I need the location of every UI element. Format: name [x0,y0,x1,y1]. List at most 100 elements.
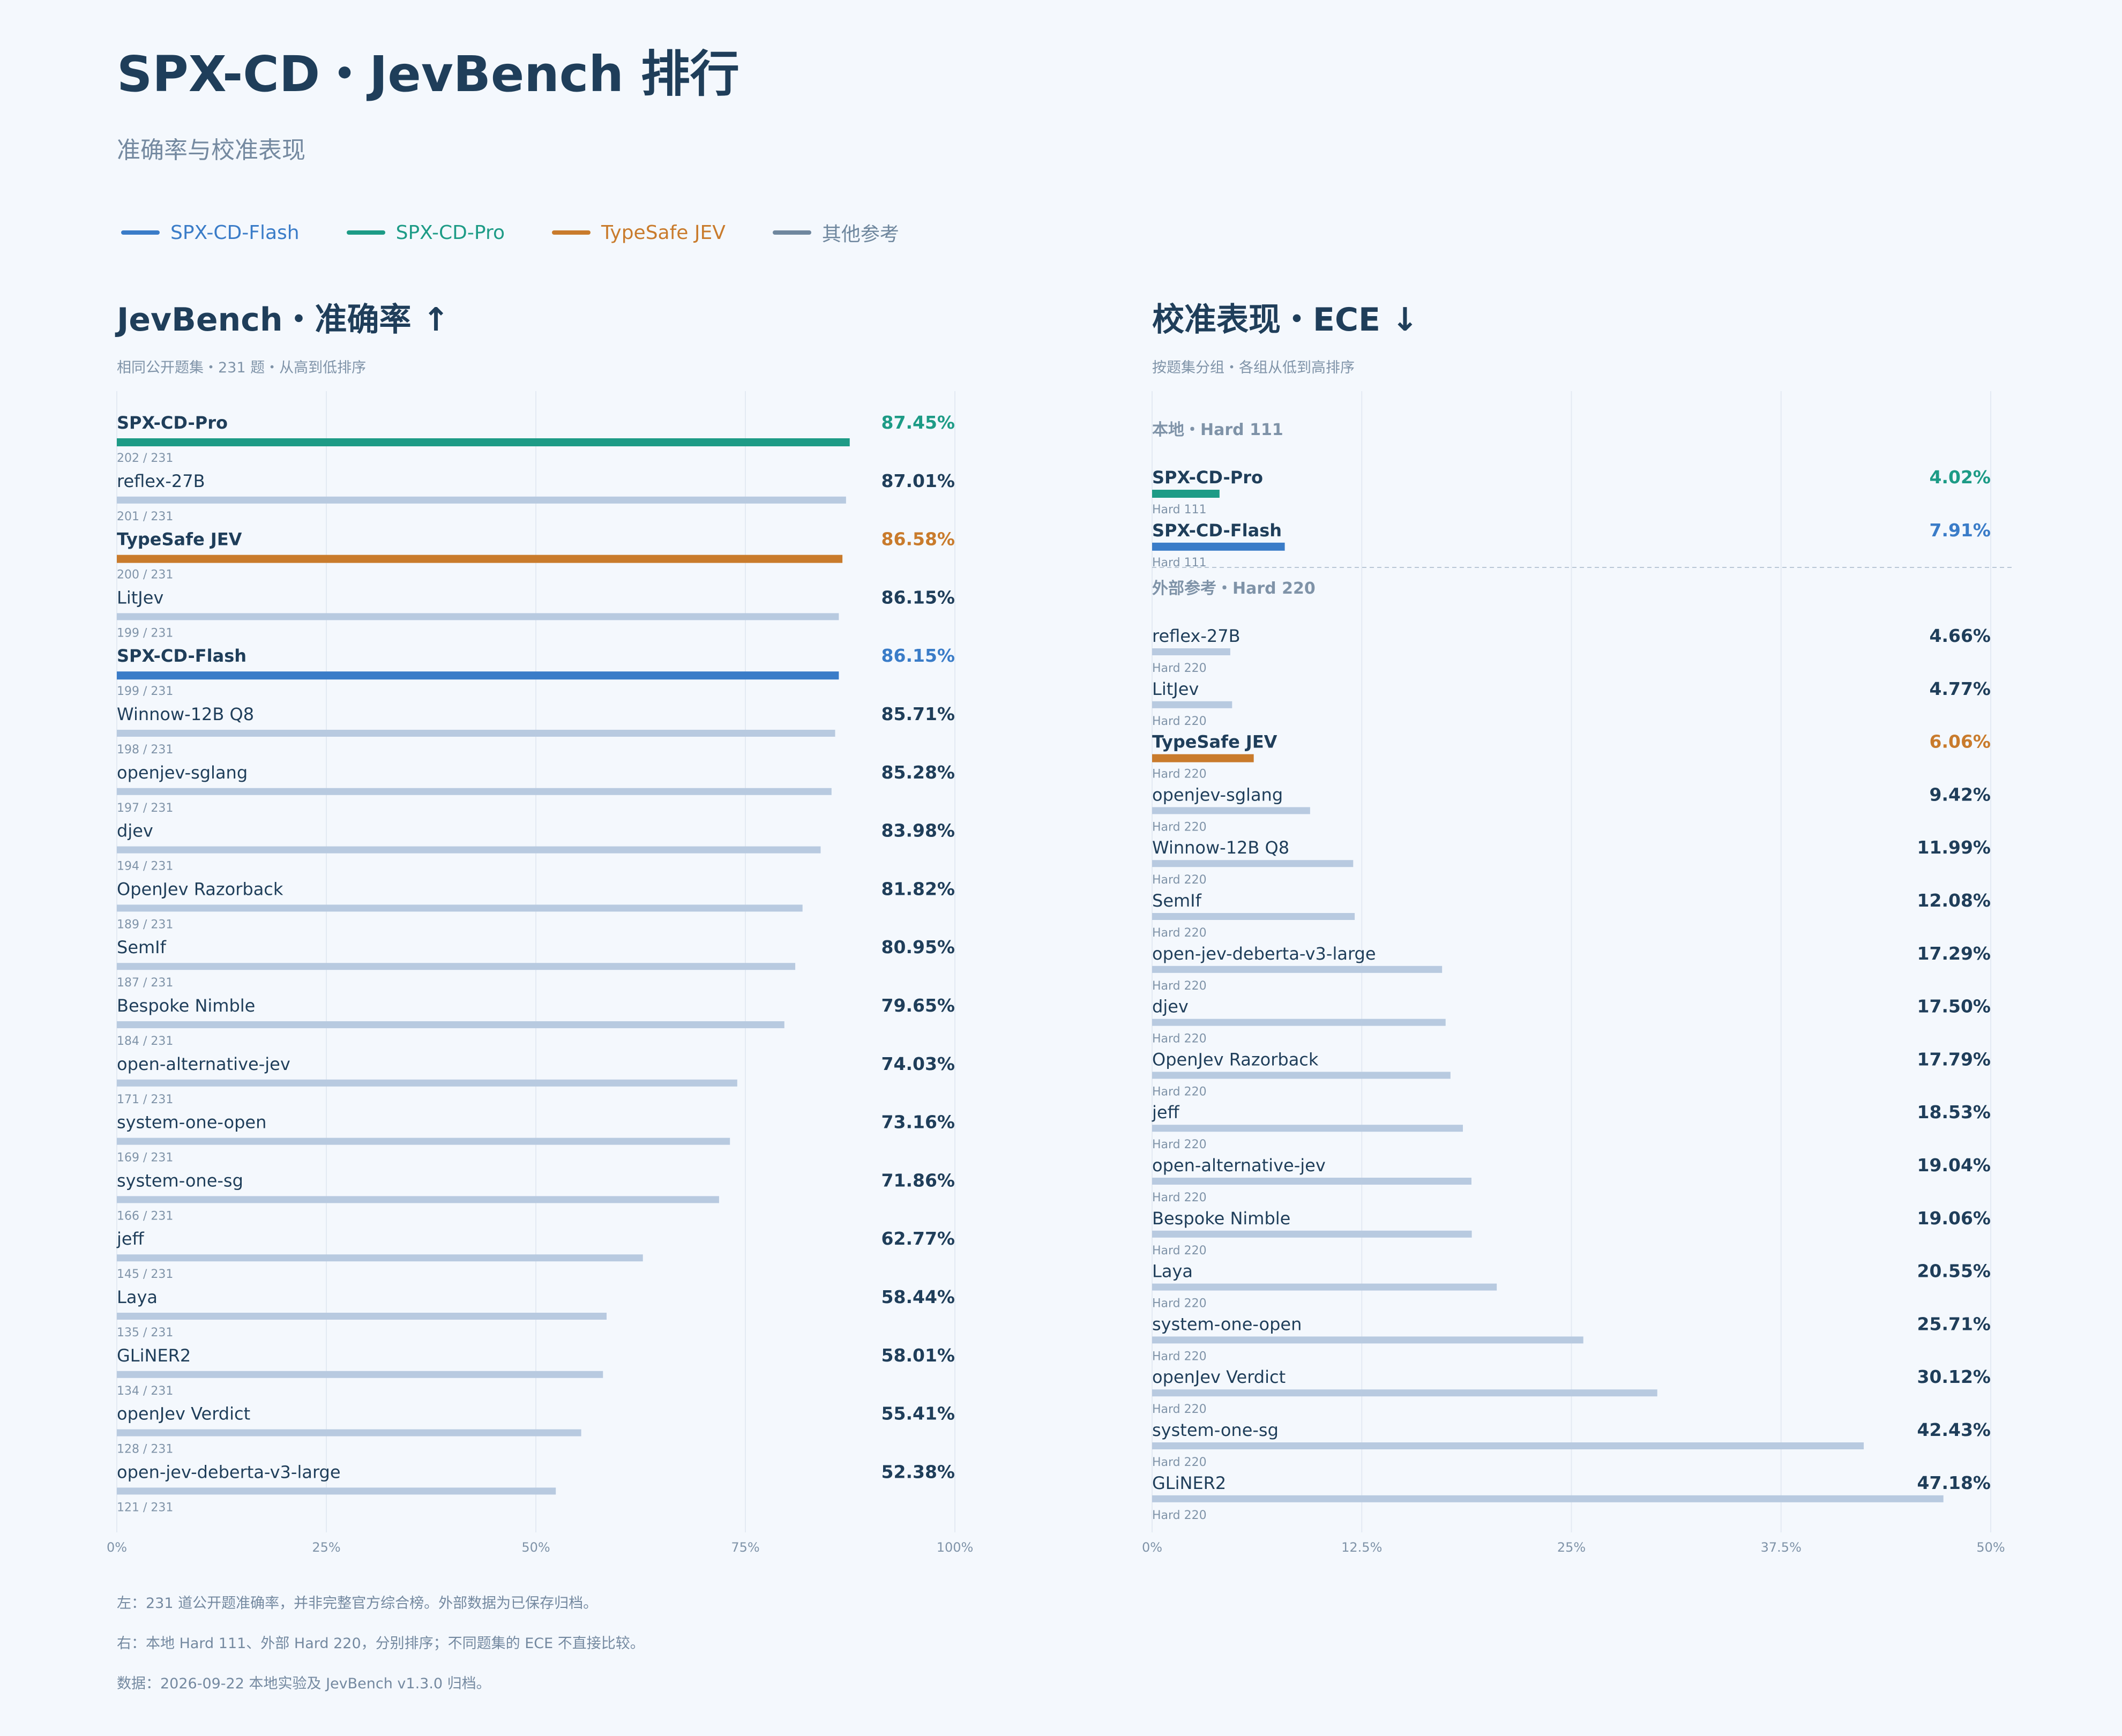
ece-bar [1152,754,1254,762]
accuracy-value-label: 87.01% [881,470,955,491]
accuracy-row-count: 171 / 231 [117,1093,173,1106]
accuracy-row-name: Bespoke Nimble [117,996,255,1016]
accuracy-row-name: Winnow-12B Q8 [117,704,254,724]
accuracy-row-count: 121 / 231 [117,1501,173,1514]
ece-row-set: Hard 220 [1152,1244,1207,1258]
accuracy-x-tick-label: 75% [731,1540,759,1555]
accuracy-value-label: 83.98% [881,820,955,841]
ece-bar [1152,1125,1463,1132]
ece-row-name: open-jev-deberta-v3-large [1152,944,1376,964]
footnote-right: 右：本地 Hard 111、外部 Hard 220，分别排序；不同题集的 ECE… [117,1635,645,1652]
ece-group-heading: 外部参考・Hard 220 [1152,579,1316,598]
ece-row-set: Hard 220 [1152,768,1207,781]
ece-row-name: GLiNER2 [1152,1473,1226,1493]
accuracy-row-name: GLiNER2 [117,1345,191,1366]
accuracy-row-count: 187 / 231 [117,976,173,990]
ece-row-name: SemIf [1152,891,1202,911]
ece-row-name: LitJev [1152,679,1199,699]
ece-value-label: 20.55% [1917,1261,1991,1282]
accuracy-bar [117,1313,607,1320]
accuracy-value-label: 80.95% [881,937,955,957]
accuracy-bar [117,963,796,970]
accuracy-bar [117,1254,643,1262]
ece-value-label: 17.29% [1917,943,1991,964]
ece-row-set: Hard 220 [1152,1403,1207,1416]
accuracy-bar [117,1079,737,1087]
accuracy-bar [117,846,821,854]
accuracy-row-count: 202 / 231 [117,452,173,465]
accuracy-row-name: TypeSafe JEV [117,529,242,550]
accuracy-value-label: 58.44% [881,1286,955,1307]
accuracy-x-tick-label: 0% [107,1540,127,1555]
accuracy-row-name: LitJev [117,587,163,608]
ece-value-label: 7.91% [1930,520,1991,541]
accuracy-bar [117,904,803,912]
accuracy-row-name: jeff [116,1229,145,1249]
charts-canvas: 0% 25% 50% 75% 100% SPX-CD-Pro 202 / 231 87.45%… [107,391,2015,1555]
ece-row-name: Bespoke Nimble [1152,1208,1290,1229]
ece-value-label: 19.06% [1917,1208,1991,1229]
accuracy-row-name: SPX-CD-Flash [117,646,246,666]
accuracy-bar [117,1487,556,1495]
accuracy-value-label: 79.65% [881,995,955,1016]
accuracy-row-count: 200 / 231 [117,568,173,582]
ece-value-label: 9.42% [1930,784,1991,805]
accuracy-bar [117,555,843,563]
footnote-source: 数据：2026-09-22 本地实验及 JevBench v1.3.0 归档。 [117,1675,491,1692]
accuracy-row-count: 134 / 231 [117,1385,173,1398]
ece-bar [1152,966,1443,973]
ece-bar [1152,1495,1944,1502]
ece-x-tick-label: 0% [1142,1540,1162,1555]
accuracy-row-count: 145 / 231 [117,1268,173,1281]
ece-value-label: 6.06% [1930,731,1991,752]
accuracy-value-label: 74.03% [881,1053,955,1074]
accuracy-row-name: OpenJev Razorback [117,879,283,899]
ece-bar [1152,807,1310,814]
accuracy-row-count: 199 / 231 [117,626,173,640]
ece-row-name: system-one-sg [1152,1420,1279,1440]
ece-bar [1152,1389,1657,1397]
accuracy-value-label: 58.01% [881,1345,955,1366]
accuracy-value-label: 71.86% [881,1170,955,1191]
ece-bar [1152,1178,1471,1185]
ece-group-heading: 本地・Hard 111 [1152,421,1283,439]
accuracy-row-name: reflex-27B [117,471,205,491]
ece-bar [1152,701,1232,708]
accuracy-row-count: 184 / 231 [117,1035,173,1048]
accuracy-bar [117,1371,603,1378]
accuracy-row-count: 197 / 231 [117,802,173,815]
ece-row-set: Hard 220 [1152,1032,1207,1046]
accuracy-value-label: 87.45% [881,412,955,433]
accuracy-value-label: 86.58% [881,529,955,550]
ece-bar [1152,542,1285,551]
ece-row-name: djev [1152,997,1189,1017]
accuracy-value-label: 62.77% [881,1228,955,1249]
accuracy-bar [117,496,846,504]
ece-value-label: 17.79% [1917,1049,1991,1069]
accuracy-row-name: SPX-CD-Pro [117,413,228,433]
ece-x-tick-label: 37.5% [1761,1540,1802,1555]
ece-bar [1152,1072,1451,1079]
accuracy-row-count: 194 / 231 [117,860,173,873]
accuracy-bar [117,1429,581,1436]
accuracy-row-name: open-jev-deberta-v3-large [117,1462,341,1482]
ece-row-set: Hard 111 [1152,503,1207,517]
ece-row-set: Hard 220 [1152,1297,1207,1311]
ece-value-label: 17.50% [1917,996,1991,1017]
accuracy-bar [117,671,839,680]
ece-row-set: Hard 220 [1152,1138,1207,1151]
ece-value-label: 47.18% [1917,1472,1991,1493]
accuracy-x-tick-label: 100% [937,1540,974,1555]
accuracy-bar [117,730,835,737]
accuracy-row-name: djev [117,821,153,841]
ece-row-set: Hard 220 [1152,873,1207,887]
ece-row-name: TypeSafe JEV [1152,732,1277,752]
accuracy-value-label: 55.41% [881,1403,955,1424]
accuracy-value-label: 73.16% [881,1112,955,1133]
accuracy-bar [117,438,850,446]
ece-row-name: jeff [1152,1102,1180,1123]
accuracy-value-label: 85.28% [881,762,955,783]
accuracy-row-count: 169 / 231 [117,1151,173,1165]
accuracy-row-name: openjev-sglang [117,762,248,783]
ece-value-label: 42.43% [1917,1419,1991,1440]
